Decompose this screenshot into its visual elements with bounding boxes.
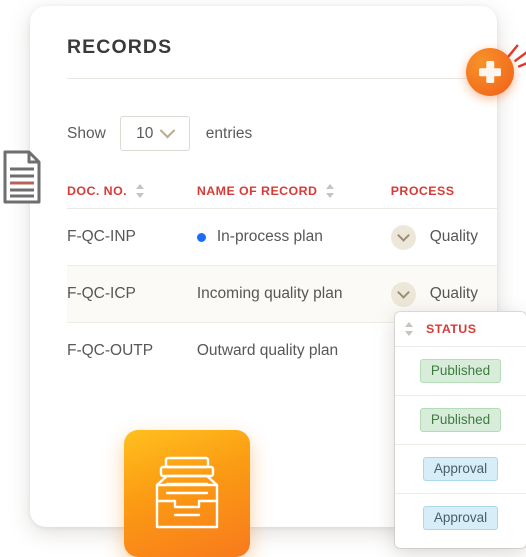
chevron-down-icon <box>160 122 176 139</box>
status-column-header-label: STATUS <box>426 322 477 336</box>
cell-process: Quality <box>390 281 497 307</box>
cell-process-label: Quality <box>429 228 478 245</box>
column-header-doc-no-label: DOC. NO. <box>67 184 128 198</box>
sort-icon[interactable] <box>326 184 335 198</box>
table-header-row: DOC. NO. NAME OF RECORD PROCESS <box>67 174 497 209</box>
cell-name-label: Incoming quality plan <box>196 285 343 302</box>
column-header-doc-no[interactable]: DOC. NO. <box>67 184 197 198</box>
cell-doc-no: F-QC-OUTP <box>67 342 154 359</box>
cell-doc-no: F-QC-ICP <box>67 285 136 302</box>
status-row: Approval <box>395 494 526 542</box>
row-expand-button[interactable] <box>390 224 416 250</box>
status-column-panel: STATUS Published Published Approval Appr… <box>395 312 526 548</box>
cell-process: Quality <box>390 224 497 250</box>
cell-name: In-process plan <box>196 228 391 246</box>
cell-name: Outward quality plan <box>197 342 391 360</box>
cell-name-label: Outward quality plan <box>196 342 339 359</box>
row-expand-button[interactable] <box>390 281 416 307</box>
entries-label: entries <box>205 124 253 142</box>
status-row: Approval <box>395 445 526 494</box>
plus-icon <box>479 61 501 83</box>
add-record-button[interactable] <box>466 48 514 96</box>
file-tray-icon <box>155 456 219 529</box>
column-header-name[interactable]: NAME OF RECORD <box>197 184 391 198</box>
cell-doc-no: F-QC-INP <box>67 228 136 245</box>
status-dot-icon <box>196 232 206 242</box>
title-divider <box>67 78 467 79</box>
entries-select[interactable]: 10 <box>119 116 190 151</box>
status-badge[interactable]: Approval <box>422 505 499 531</box>
status-badge[interactable]: Published <box>419 407 502 433</box>
status-column-header[interactable]: STATUS <box>395 312 526 347</box>
records-tile <box>124 430 250 557</box>
entries-select-value: 10 <box>136 124 154 142</box>
cell-process-label: Quality <box>429 285 478 302</box>
sort-icon[interactable] <box>405 322 414 336</box>
chevron-down-icon <box>396 228 410 242</box>
cell-name: Incoming quality plan <box>197 285 391 303</box>
show-label: Show <box>67 124 106 142</box>
table-row[interactable]: F-QC-INP In-process plan Quality <box>67 209 497 266</box>
column-header-process-label: PROCESS <box>390 184 455 198</box>
document-icon <box>3 150 41 204</box>
status-badge[interactable]: Approval <box>422 456 499 482</box>
column-header-name-label: NAME OF RECORD <box>196 184 318 198</box>
column-header-process[interactable]: PROCESS <box>391 184 497 198</box>
entries-control: Show 10 entries <box>67 116 252 151</box>
status-badge[interactable]: Published <box>419 358 502 384</box>
page-title: RECORDS <box>67 36 173 58</box>
cell-name-label: In-process plan <box>216 228 323 245</box>
status-row: Published <box>395 347 526 396</box>
status-row: Published <box>395 396 526 445</box>
sort-icon[interactable] <box>136 184 145 198</box>
chevron-down-icon <box>396 285 410 299</box>
